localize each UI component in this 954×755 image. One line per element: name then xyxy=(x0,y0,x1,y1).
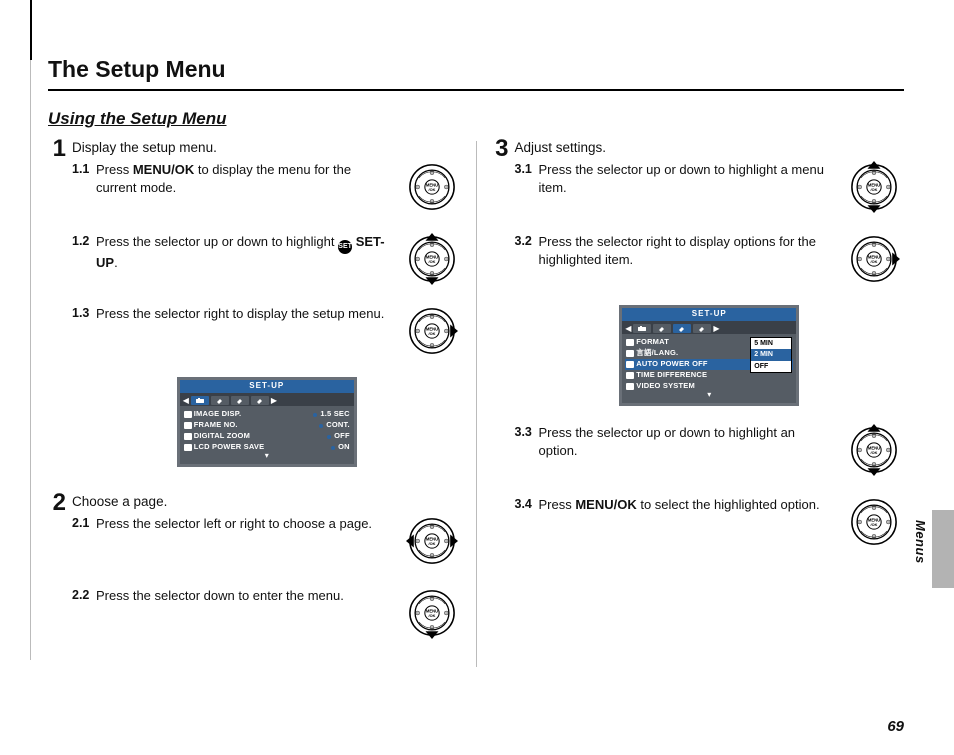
substep-text: Press the selector up or down to highlig… xyxy=(96,233,394,272)
page-number: 69 xyxy=(887,718,904,735)
tab-wrench-icon xyxy=(693,324,711,333)
tab-wrench-icon xyxy=(211,396,229,405)
tab-wrench-icon xyxy=(653,324,671,333)
lcd-row: DIGITAL ZOOM OFF xyxy=(183,431,351,442)
page-title: The Setup Menu xyxy=(48,56,904,91)
lcd-option: 2 MIN xyxy=(751,349,791,360)
section-title: Using the Setup Menu xyxy=(48,109,904,129)
svg-text:/OK: /OK xyxy=(428,613,435,618)
substep-text: Press the selector left or right to choo… xyxy=(96,515,394,533)
substep-number: 3.2 xyxy=(515,233,535,269)
lcd-tabs: ◀ ▶ xyxy=(622,321,796,334)
lcd-tabs: ◀ ▶ xyxy=(180,393,354,406)
substep-number: 3.1 xyxy=(515,161,535,197)
substep-number: 2.1 xyxy=(72,515,92,533)
tab-wrench-icon xyxy=(673,324,691,333)
step-3: 3 Adjust settings. 3.1 Press the selecto… xyxy=(491,139,905,568)
substep-text: Press the selector up or down to highlig… xyxy=(539,161,837,197)
substep-text: Press the selector right to display the … xyxy=(96,305,394,323)
svg-text:/OK: /OK xyxy=(871,187,878,192)
side-label: Menus xyxy=(913,520,928,564)
step-1: 1 Display the setup menu. 1.1 Press MENU… xyxy=(48,139,462,485)
substep-text: Press the selector up or down to highlig… xyxy=(539,424,837,460)
selector-icon: MENU /OK xyxy=(402,161,462,213)
svg-text:/OK: /OK xyxy=(428,187,435,192)
tab-wrench-icon xyxy=(251,396,269,405)
lcd-title: SET-UP xyxy=(622,308,796,321)
substep-number: 2.2 xyxy=(72,587,92,605)
substep-text: Press MENU/OK to select the highlighted … xyxy=(539,496,837,514)
step-2: 2 Choose a page. 2.1 Press the selector … xyxy=(48,493,462,659)
tab-wrench-icon xyxy=(231,396,249,405)
substep-number: 1.1 xyxy=(72,161,92,197)
lcd-screenshot-options: SET-UP ◀ ▶ FORMAT 言語 xyxy=(515,305,905,406)
lcd-title: SET-UP xyxy=(180,380,354,393)
selector-icon-right: MENU /OK xyxy=(844,233,904,285)
side-tab xyxy=(932,510,954,588)
lcd-option: 5 MIN xyxy=(751,338,791,349)
lcd-row: FRAME NO. CONT. xyxy=(183,420,351,431)
step-1-title: Display the setup menu. xyxy=(72,139,462,157)
svg-text:/OK: /OK xyxy=(871,259,878,264)
substep-number: 3.4 xyxy=(515,496,535,514)
selector-icon-right: MENU /OK xyxy=(402,305,462,357)
step-2-title: Choose a page. xyxy=(72,493,462,511)
svg-text:/OK: /OK xyxy=(428,331,435,336)
lcd-option: OFF xyxy=(751,361,791,372)
substep-text: Press MENU/OK to display the menu for th… xyxy=(96,161,394,197)
step-number: 3 xyxy=(491,137,509,568)
lcd-screenshot-setup: SET-UP ◀ ▶ IMAGE DISP. 1. xyxy=(72,377,462,467)
step-3-title: Adjust settings. xyxy=(515,139,905,157)
selector-icon-down: MENU /OK xyxy=(402,587,462,639)
step-number: 2 xyxy=(48,491,66,659)
selector-icon-leftright: MENU /OK xyxy=(402,515,462,567)
selector-icon-updown: MENU /OK xyxy=(402,233,462,285)
svg-text:/OK: /OK xyxy=(871,450,878,455)
selector-icon-updown: MENU /OK xyxy=(844,424,904,476)
selector-icon: MENU /OK xyxy=(844,496,904,548)
selector-icon-updown: MENU /OK xyxy=(844,161,904,213)
step-number: 1 xyxy=(48,137,66,485)
lcd-options-panel: 5 MIN2 MINOFF xyxy=(750,337,792,373)
tab-camera-icon xyxy=(633,324,651,333)
setup-badge-icon: SET xyxy=(338,240,352,254)
svg-text:/OK: /OK xyxy=(428,541,435,546)
tab-camera-icon xyxy=(191,396,209,405)
substep-number: 1.2 xyxy=(72,233,92,272)
substep-text: Press the selector down to enter the men… xyxy=(96,587,394,605)
svg-text:/OK: /OK xyxy=(428,259,435,264)
substep-number: 3.3 xyxy=(515,424,535,460)
lcd-row: IMAGE DISP. 1.5 SEC xyxy=(183,409,351,420)
svg-text:/OK: /OK xyxy=(871,522,878,527)
substep-number: 1.3 xyxy=(72,305,92,323)
substep-text: Press the selector right to display opti… xyxy=(539,233,837,269)
